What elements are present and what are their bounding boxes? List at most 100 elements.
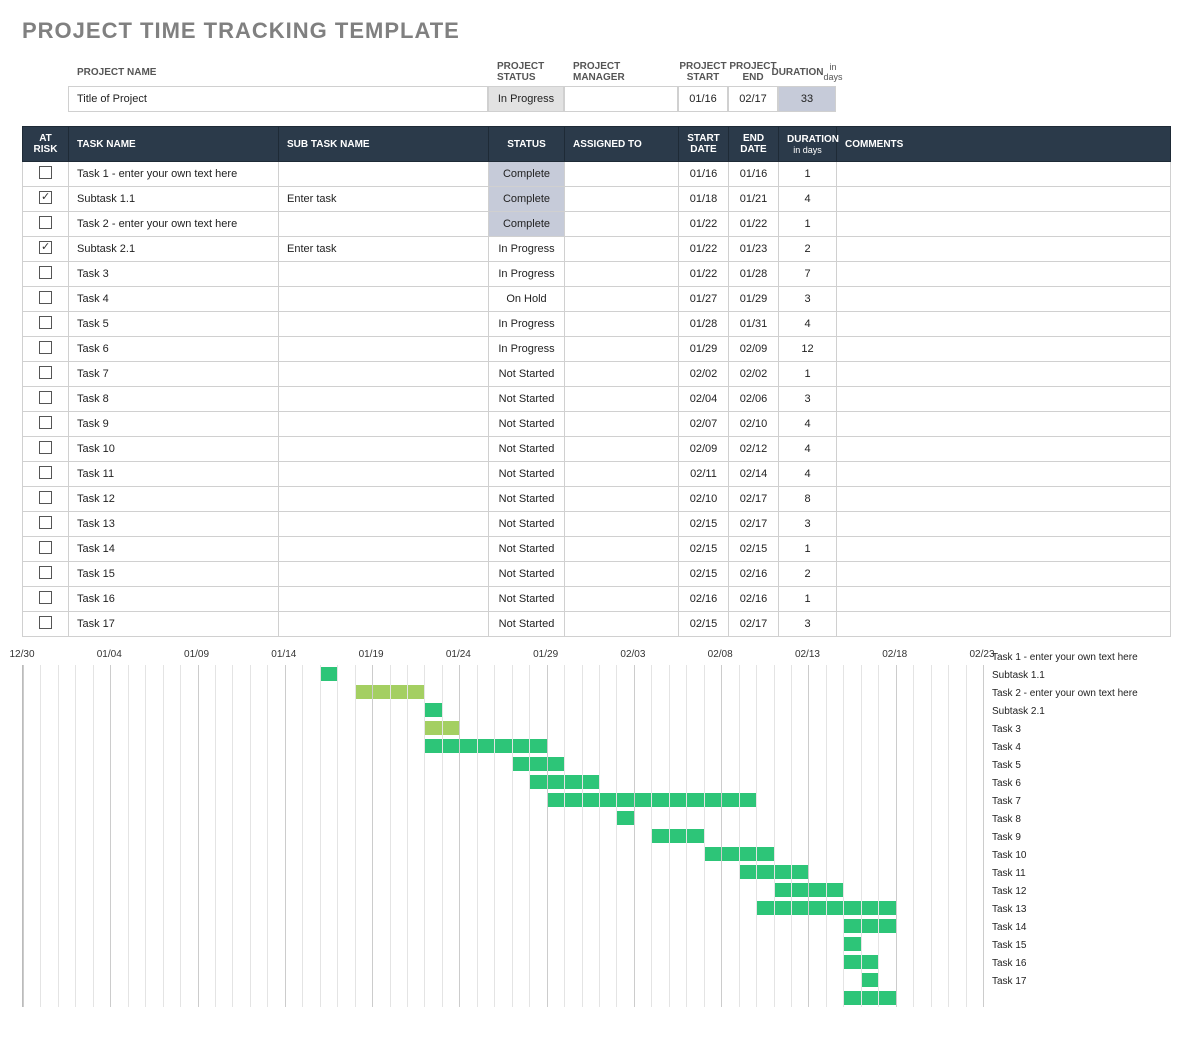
comments-cell[interactable]	[837, 587, 1171, 612]
start-date-cell[interactable]: 02/15	[679, 537, 729, 562]
status-cell[interactable]: In Progress	[489, 262, 565, 287]
start-date-cell[interactable]: 02/16	[679, 587, 729, 612]
start-date-cell[interactable]: 01/16	[679, 162, 729, 187]
subtask-cell[interactable]: Enter task	[279, 237, 489, 262]
at-risk-checkbox[interactable]	[39, 216, 52, 229]
assigned-cell[interactable]	[565, 387, 679, 412]
start-date-cell[interactable]: 02/15	[679, 512, 729, 537]
end-date-cell[interactable]: 02/17	[729, 612, 779, 637]
comments-cell[interactable]	[837, 562, 1171, 587]
subtask-cell[interactable]	[279, 337, 489, 362]
subtask-cell[interactable]	[279, 387, 489, 412]
at-risk-checkbox[interactable]	[39, 516, 52, 529]
subtask-cell[interactable]	[279, 162, 489, 187]
task-name-cell[interactable]: Task 10	[69, 437, 279, 462]
end-date-cell[interactable]: 02/17	[729, 487, 779, 512]
subtask-cell[interactable]	[279, 562, 489, 587]
at-risk-checkbox[interactable]	[39, 241, 52, 254]
comments-cell[interactable]	[837, 212, 1171, 237]
comments-cell[interactable]	[837, 237, 1171, 262]
status-cell[interactable]: Not Started	[489, 412, 565, 437]
status-cell[interactable]: Not Started	[489, 487, 565, 512]
comments-cell[interactable]	[837, 537, 1171, 562]
assigned-cell[interactable]	[565, 487, 679, 512]
assigned-cell[interactable]	[565, 612, 679, 637]
task-name-cell[interactable]: Task 14	[69, 537, 279, 562]
at-risk-checkbox[interactable]	[39, 591, 52, 604]
task-name-cell[interactable]: Task 11	[69, 462, 279, 487]
end-date-cell[interactable]: 02/16	[729, 562, 779, 587]
comments-cell[interactable]	[837, 187, 1171, 212]
task-name-cell[interactable]: Task 15	[69, 562, 279, 587]
subtask-cell[interactable]	[279, 212, 489, 237]
at-risk-checkbox[interactable]	[39, 416, 52, 429]
subtask-cell[interactable]	[279, 612, 489, 637]
subtask-cell[interactable]	[279, 412, 489, 437]
assigned-cell[interactable]	[565, 462, 679, 487]
assigned-cell[interactable]	[565, 362, 679, 387]
task-name-cell[interactable]: Task 6	[69, 337, 279, 362]
subtask-cell[interactable]	[279, 462, 489, 487]
status-cell[interactable]: Not Started	[489, 387, 565, 412]
assigned-cell[interactable]	[565, 262, 679, 287]
end-date-cell[interactable]: 02/16	[729, 587, 779, 612]
status-cell[interactable]: On Hold	[489, 287, 565, 312]
task-name-cell[interactable]: Task 12	[69, 487, 279, 512]
at-risk-checkbox[interactable]	[39, 316, 52, 329]
start-date-cell[interactable]: 01/27	[679, 287, 729, 312]
at-risk-checkbox[interactable]	[39, 291, 52, 304]
status-cell[interactable]: Not Started	[489, 612, 565, 637]
start-date-cell[interactable]: 02/15	[679, 612, 729, 637]
comments-cell[interactable]	[837, 262, 1171, 287]
subtask-cell[interactable]	[279, 262, 489, 287]
task-name-cell[interactable]: Task 8	[69, 387, 279, 412]
comments-cell[interactable]	[837, 362, 1171, 387]
end-date-cell[interactable]: 02/02	[729, 362, 779, 387]
at-risk-checkbox[interactable]	[39, 491, 52, 504]
comments-cell[interactable]	[837, 162, 1171, 187]
start-date-cell[interactable]: 02/11	[679, 462, 729, 487]
task-name-cell[interactable]: Task 17	[69, 612, 279, 637]
assigned-cell[interactable]	[565, 237, 679, 262]
status-cell[interactable]: Not Started	[489, 587, 565, 612]
at-risk-checkbox[interactable]	[39, 466, 52, 479]
task-name-cell[interactable]: Task 9	[69, 412, 279, 437]
comments-cell[interactable]	[837, 512, 1171, 537]
at-risk-checkbox[interactable]	[39, 541, 52, 554]
assigned-cell[interactable]	[565, 412, 679, 437]
comments-cell[interactable]	[837, 337, 1171, 362]
assigned-cell[interactable]	[565, 337, 679, 362]
end-date-cell[interactable]: 02/15	[729, 537, 779, 562]
comments-cell[interactable]	[837, 312, 1171, 337]
subtask-cell[interactable]	[279, 537, 489, 562]
assigned-cell[interactable]	[565, 587, 679, 612]
at-risk-checkbox[interactable]	[39, 616, 52, 629]
end-date-cell[interactable]: 01/16	[729, 162, 779, 187]
end-date-cell[interactable]: 01/31	[729, 312, 779, 337]
end-date-cell[interactable]: 02/14	[729, 462, 779, 487]
comments-cell[interactable]	[837, 437, 1171, 462]
subtask-cell[interactable]	[279, 437, 489, 462]
task-name-cell[interactable]: Task 5	[69, 312, 279, 337]
start-date-cell[interactable]: 02/10	[679, 487, 729, 512]
end-date-cell[interactable]: 01/23	[729, 237, 779, 262]
end-date-cell[interactable]: 02/10	[729, 412, 779, 437]
task-name-cell[interactable]: Task 3	[69, 262, 279, 287]
assigned-cell[interactable]	[565, 187, 679, 212]
status-cell[interactable]: Not Started	[489, 437, 565, 462]
at-risk-checkbox[interactable]	[39, 266, 52, 279]
end-date-cell[interactable]: 01/29	[729, 287, 779, 312]
task-name-cell[interactable]: Task 1 - enter your own text here	[69, 162, 279, 187]
start-date-cell[interactable]: 02/02	[679, 362, 729, 387]
end-date-cell[interactable]: 01/28	[729, 262, 779, 287]
status-cell[interactable]: In Progress	[489, 237, 565, 262]
task-name-cell[interactable]: Task 4	[69, 287, 279, 312]
at-risk-checkbox[interactable]	[39, 341, 52, 354]
status-cell[interactable]: Not Started	[489, 512, 565, 537]
start-date-cell[interactable]: 01/22	[679, 212, 729, 237]
status-cell[interactable]: Complete	[489, 162, 565, 187]
at-risk-checkbox[interactable]	[39, 441, 52, 454]
start-date-cell[interactable]: 01/28	[679, 312, 729, 337]
subtask-cell[interactable]	[279, 362, 489, 387]
end-date-cell[interactable]: 01/22	[729, 212, 779, 237]
